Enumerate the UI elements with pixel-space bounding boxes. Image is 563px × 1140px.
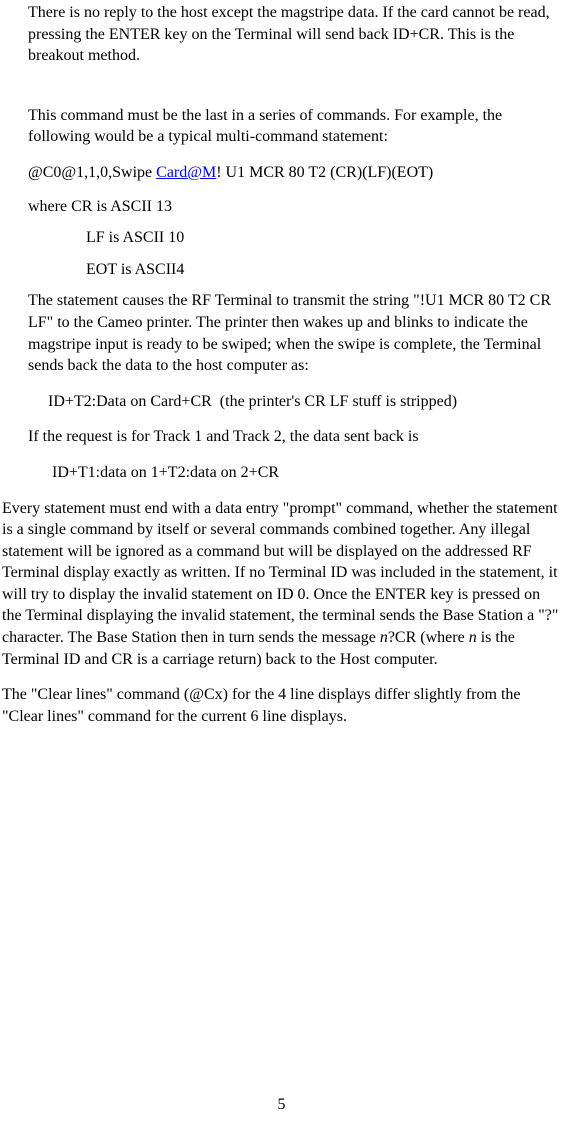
command-prefix: @C0@1,1,0,Swipe	[28, 164, 156, 181]
prompt-text-b: ?CR (where	[388, 629, 469, 646]
paragraph-prompt-command: Every statement must end with a data ent…	[2, 498, 561, 671]
italic-n-1: n	[380, 629, 388, 646]
ascii-eot-def: EOT is ASCII4	[86, 259, 563, 281]
italic-n-2: n	[469, 629, 477, 646]
paragraph-clear-lines: The "Clear lines" command (@Cx) for the …	[2, 684, 561, 727]
prompt-text-a: Every statement must end with a data ent…	[2, 500, 558, 647]
paragraph-reply-info: There is no reply to the host except the…	[28, 2, 553, 67]
command-suffix: ! U1 MCR 80 T2 (CR)(LF)(EOT)	[216, 164, 433, 181]
page-number: 5	[0, 1094, 563, 1116]
command-link[interactable]: Card@M	[156, 164, 216, 181]
result-format-1: ID+T2:Data on Card+CR (the printer's CR …	[28, 391, 553, 413]
command-example: @C0@1,1,0,Swipe Card@M! U1 MCR 80 T2 (CR…	[28, 162, 553, 184]
result-format-2: ID+T1:data on 1+T2:data on 2+CR	[52, 462, 563, 484]
ascii-cr-def: where CR is ASCII 13	[28, 196, 553, 218]
paragraph-track-request: If the request is for Track 1 and Track …	[28, 426, 553, 448]
paragraph-command-intro: This command must be the last in a serie…	[28, 105, 553, 148]
paragraph-statement-causes: The statement causes the RF Terminal to …	[28, 290, 553, 376]
ascii-lf-def: LF is ASCII 10	[86, 227, 563, 249]
